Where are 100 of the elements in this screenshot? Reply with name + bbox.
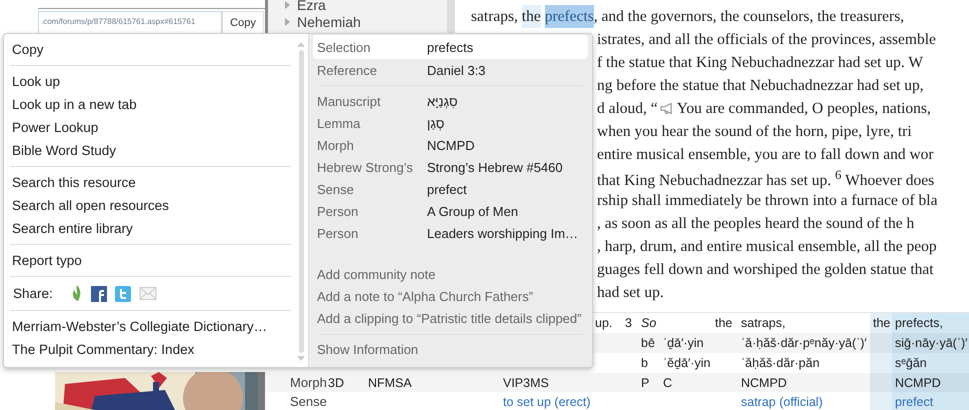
info-value: סְגַן [427,116,444,130]
table-cell-text: up. [594,315,614,332]
leaf-icon[interactable] [70,285,83,302]
table-cell-text: satraps, [740,315,786,332]
facebook-icon[interactable] [90,286,107,302]
info-value: Strong’s Hebrew #5460 [427,160,563,174]
verse-text: when you hear the sound of the horn, pipe, lyre, tri [597,122,912,142]
info-row[interactable]: Sense prefect [313,178,588,200]
menu-item[interactable]: The Pulpit Commentary: Index [4,338,293,361]
menu-item[interactable]: Search entire library [4,217,293,240]
table-cell-text: ʾă·ḥăš·dăr·pᵉnăy·yā(ʾ)′ [740,335,868,352]
verse-text: had set up. [597,283,664,303]
menu-item[interactable]: Search all open resources [4,194,293,217]
table-cell-text: NFMSA [367,374,413,392]
info-row[interactable]: Morph NCMPD [313,134,588,156]
info-label: Lemma [317,116,362,130]
menu-item[interactable]: Add a note to “Alpha Church Fathers” [313,286,588,308]
verse-text: entire musical ensemble, you are to fall down and wor [597,145,934,165]
info-value: NCMPD [427,138,475,152]
mail-icon[interactable] [138,287,157,300]
verse-text: satraps, [471,7,519,27]
menu-item[interactable]: Show Information [313,339,588,361]
info-label: Person [317,204,360,218]
scroll-down-icon[interactable] [297,356,305,361]
twitter-icon[interactable] [114,286,131,302]
table-cell-text: the [872,315,892,332]
verse-text: , as soon as all the peoples heard the sound of the h [597,214,914,234]
table-cell-text: So [640,315,658,332]
verse-text: , harp, drum, and entire musical ensemble, all the peop [597,237,937,257]
table-cell-text: b [640,355,649,372]
info-row[interactable]: Reference Daniel 3:3 [313,59,588,81]
info-row[interactable]: Person Leaders worshipping Im… [313,222,588,244]
table-cell-text: NCMPD [894,374,942,392]
verse-text: guages fell down and worshiped the golden statue that [597,260,934,280]
table-cell-text: ʾḏā′·yin [662,335,705,352]
tree-item[interactable]: Nehemiah [297,14,361,30]
info-label: Selection [317,40,372,54]
verse-text: that King Nebuchadnezzar has set up. $^{6}$ Whoever does [597,166,934,192]
menu-item[interactable]: Look up in a new tab [4,93,293,116]
table-cell-text: ʾăḥăš·dăr·păn [740,355,821,372]
table-cell-text: 3 [624,315,633,332]
verse-text: f the statue that King Nebuchadnezzar had set up. W [597,53,923,73]
table-cell-text: ʾĕḏā′·yin [662,355,712,372]
verse-text: rship shall immediately be thrown into a furnace of bla [597,191,938,211]
info-row[interactable]: Hebrew Strong’s Strong’s Hebrew #5460 [313,156,588,178]
megaphone-icon [660,103,675,114]
table-cell-text: VIP3MS [502,374,550,392]
sense-link[interactable]: to set up (erect) [500,392,592,410]
url-field[interactable]: .com/forums/p/87788/615761.aspx#615761 [38,11,222,35]
info-value: Leaders worshipping Im… [427,226,578,240]
scrollbar-thumb[interactable] [298,50,304,353]
menu-item[interactable]: Add a clipping to “Patristic title details clipped” [313,308,588,330]
table-cell-text: C [662,374,674,392]
expand-arrow-icon[interactable] [283,1,291,9]
info-row[interactable]: Person A Group of Men [313,200,588,222]
verse-text: d aloud, “ [597,99,658,119]
table-cell-text: NCMPD [740,374,788,392]
menu-item[interactable]: Look up [4,70,293,93]
verse-text: , and the governors, the counselors, the treasurers, [594,7,904,27]
info-label: Reference [317,62,378,78]
expand-arrow-icon[interactable] [283,18,291,26]
table-cell-text: P [640,374,650,392]
menu-item[interactable]: Add community note [313,264,588,286]
menu-item[interactable]: Report typo [4,249,293,272]
info-row[interactable]: Selection prefects [313,35,588,59]
row-label: Sense [289,393,325,410]
table-cell-text: the [714,315,734,332]
info-value: סִגְנַיָּא [427,94,458,108]
selected-word: prefects [544,5,594,28]
tree-item[interactable]: Ezra [297,0,326,13]
info-label: Manuscript [317,94,382,108]
sense-link[interactable]: satrap (official) [738,392,870,410]
info-value: prefects [427,40,474,54]
table-cell-text: 3D [327,374,345,392]
table-cell-text: bē [640,335,656,352]
info-label: Person [317,226,360,240]
info-label: Sense [317,182,355,196]
menu-item[interactable]: Power Lookup [4,116,293,139]
info-value: prefect [427,182,467,196]
menu-item[interactable]: Copy [4,38,293,61]
share-label: Share: [13,286,53,301]
verse-text: istrates, and all the officials of the provinces, assemble [597,30,936,50]
verse-text: ng before the statue that Nebuchadnezzar had set up, [597,76,924,96]
table-cell-text: siḡ·nāy·yā(ʾ)′ [894,335,968,352]
verse-text: You are commanded, O peoples, nations, [676,99,931,119]
sense-link[interactable]: prefect [892,392,969,410]
verse-text: the [522,5,541,28]
row-label: Morph [289,374,325,392]
copy-button[interactable]: Copy [222,11,264,35]
scroll-up-icon[interactable] [297,42,305,47]
menu-item[interactable]: Bible Word Study [4,139,293,162]
scrollbar[interactable] [258,372,265,410]
info-value: Daniel 3:3 [427,62,486,78]
info-label: Hebrew Strong’s [317,160,414,174]
info-value: A Group of Men [427,204,518,218]
info-label: Morph [317,138,355,152]
menu-item[interactable]: Search this resource [4,171,293,194]
menu-item[interactable]: Merriam-Webster’s Collegiate Dictionary… [4,315,293,338]
table-cell-text: sᵉḡăn [894,355,928,372]
table-cell-text: prefects, [894,315,944,332]
